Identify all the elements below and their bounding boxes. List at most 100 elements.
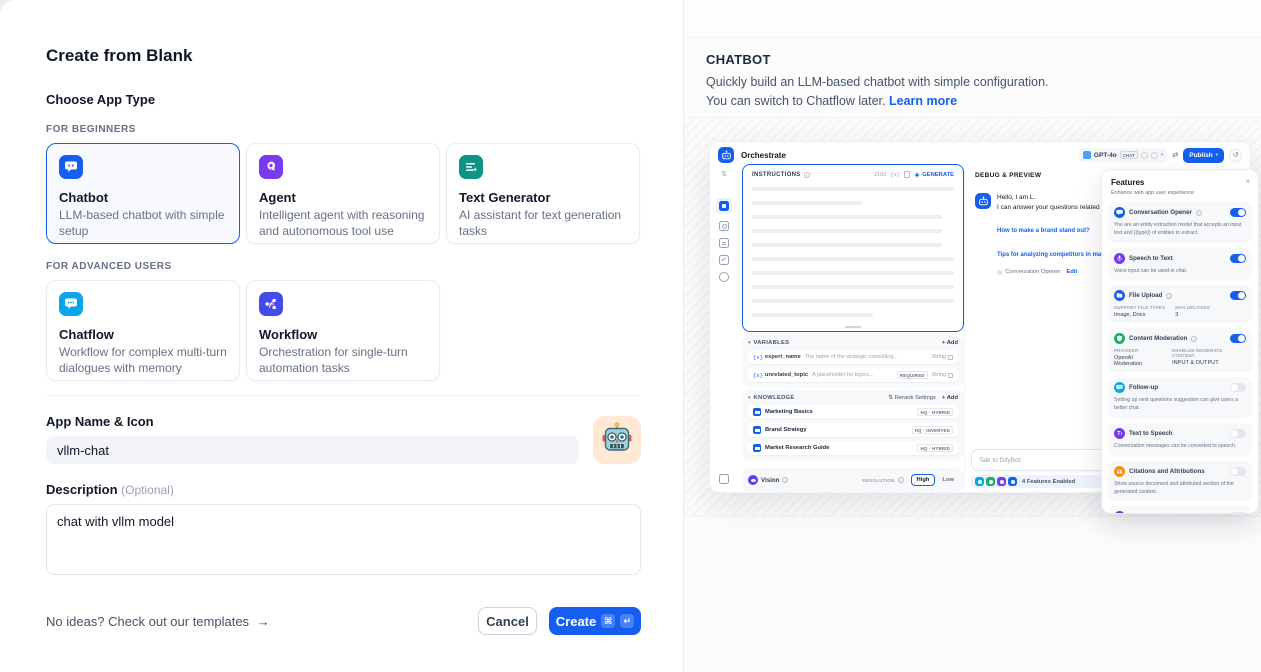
suggested-question: How to make a brand stand out? [997, 228, 1090, 234]
feature-col-value: Image, Docs [1114, 312, 1165, 318]
app-type-card-chatflow[interactable]: Chatflow Workflow for complex multi-turn… [46, 280, 240, 381]
document-icon [719, 238, 729, 248]
variable-icon: {x} [753, 372, 763, 379]
knowledge-row: Market Research Guide HQ · HYBRID [748, 441, 958, 455]
app-type-desc: LLM-based chatbot with simple setup [59, 208, 227, 240]
agent-icon [259, 155, 283, 179]
learn-more-link[interactable]: Learn more [889, 94, 957, 108]
app-type-desc: Workflow for complex multi-turn dialogue… [59, 345, 227, 377]
dataset-badge: HQ · HYBRID [917, 408, 953, 416]
knowledge-row: Marketing Basics HQ · HYBRID [748, 405, 958, 419]
feature-toggle-on [1230, 254, 1246, 263]
app-type-card-workflow[interactable]: Workflow Orchestration for single-turn a… [246, 280, 440, 381]
feature-toggle-on [1230, 334, 1246, 343]
feature-title: Text to Speech [1129, 430, 1173, 437]
shield-icon [1114, 333, 1125, 344]
templates-link-text: No ideas? Check out our templates [46, 614, 249, 629]
suggested-question: Tips for analyzing competitors in market [997, 252, 1112, 258]
model-chat-badge: CHAT [1120, 151, 1138, 159]
description-label: Description (Optional) [46, 482, 641, 497]
variable-name: expert_name [765, 354, 801, 360]
feature-card-speech-to-text: Speech to Text Voice input can be used i… [1108, 248, 1252, 281]
model-mini-icon [1151, 152, 1158, 159]
text-to-speech-icon [1114, 428, 1125, 439]
create-app-dialog: Create from Blank Choose App Type FOR BE… [0, 0, 683, 672]
feature-col-label: PROVIDER [1114, 348, 1162, 353]
for-advanced-label: FOR ADVANCED USERS [46, 261, 641, 272]
info-icon [1196, 210, 1202, 216]
feature-title: Speech to Text [1129, 255, 1173, 262]
feature-toggle-off [1230, 383, 1246, 392]
arrow-right-icon: → [257, 614, 270, 629]
app-preview-area: Orchestrate GPT-4o CHAT ▾ ⇄ Publish ▾ [684, 117, 1261, 517]
cancel-button[interactable]: Cancel [478, 607, 537, 635]
app-name-input[interactable] [46, 436, 579, 464]
templates-link[interactable]: No ideas? Check out our templates → [46, 614, 270, 629]
resize-handle [845, 326, 861, 328]
variable-icon: {x} [753, 354, 763, 361]
chat-input-placeholder: Talk to DifyBot [979, 457, 1021, 464]
for-beginners-label: FOR BEGINNERS [46, 124, 641, 135]
speech-chip-icon [997, 477, 1006, 486]
feature-desc: You are an entity extraction model that … [1114, 222, 1246, 238]
app-icon-picker[interactable] [593, 416, 641, 464]
dataset-icon [753, 426, 761, 434]
info-icon [804, 172, 810, 178]
feature-toggle-off [1230, 467, 1246, 476]
feature-card-conversation-opener: Conversation Opener You are an entity ex… [1108, 202, 1252, 243]
app-type-desc: Orchestration for single-turn automation… [259, 345, 427, 377]
microphone-icon [1114, 253, 1125, 264]
feature-desc: Show source document and attributed sect… [1114, 481, 1246, 497]
vision-eye-icon [748, 475, 758, 485]
generate-button: GENERATE [914, 172, 954, 178]
app-type-card-agent[interactable]: Agent Intelligent agent with reasoning a… [246, 143, 440, 244]
description-input[interactable]: chat with vllm model [46, 504, 641, 575]
variable-type: String [932, 372, 946, 378]
chat-bubble-icon [1114, 207, 1125, 218]
mock-features-panel: Features Enhance web app user experience… [1101, 169, 1259, 514]
variable-type: String [932, 354, 946, 360]
moderation-chip-icon [986, 477, 995, 486]
feature-toggle-on [1230, 291, 1246, 300]
dataset-name: Brand Strategy [765, 427, 912, 433]
resolution-low-option: Low [938, 475, 958, 485]
opener-icon: ◎ [997, 269, 1002, 276]
feature-desc: Setting up next questions suggestion can… [1114, 397, 1246, 413]
close-icon: × [1245, 177, 1250, 186]
model-provider-icon [1083, 151, 1091, 159]
type-icon [948, 355, 953, 360]
feature-card-annotation-reply: Annotation Reply [1108, 506, 1252, 514]
vision-label: Vision [761, 477, 779, 484]
generate-label: GENERATE [922, 172, 954, 178]
variable-row: {x} expert_name The name of the strategi… [748, 350, 958, 364]
feature-title: Follow-up [1129, 384, 1158, 391]
chevron-down-icon: ▾ [748, 340, 751, 346]
opener-chip-icon [975, 477, 984, 486]
create-button[interactable]: Create ⌘ ↵ [549, 607, 641, 635]
workflow-icon [259, 292, 283, 316]
panel-toggle-icon [719, 474, 729, 484]
choose-app-type-label: Choose App Type [46, 92, 641, 107]
feature-title: Content Moderation [1129, 335, 1187, 342]
feature-title: Citations and Attributions [1129, 468, 1205, 475]
mock-publish-button: Publish ▾ [1183, 148, 1224, 163]
feature-card-follow-up: Follow-up Setting up next questions sugg… [1108, 377, 1252, 418]
feature-col-label: SUPPORT FILE TYPES [1114, 305, 1165, 310]
chevron-down-icon: ▾ [1216, 152, 1218, 158]
info-icon [1191, 336, 1197, 342]
model-mini-icon [1141, 152, 1148, 159]
feature-card-file-upload: File Upload SUPPORT FILE TYPES Image, Do… [1108, 285, 1252, 323]
annotation-icon [1114, 511, 1125, 514]
upload-chip-icon [1008, 477, 1017, 486]
variable-desc: A placeholder for topics... [812, 372, 897, 378]
feature-card-citations: Citations and Attributions Show source d… [1108, 461, 1252, 502]
app-type-card-chatbot[interactable]: Chatbot LLM-based chatbot with simple se… [46, 143, 240, 244]
feature-desc: Conversation messages can be converted t… [1114, 443, 1246, 451]
dataset-badge: HQ · INVERTED [912, 426, 953, 434]
feature-toggle-on [1230, 208, 1246, 217]
create-button-label: Create [556, 614, 596, 629]
app-type-card-text-generator[interactable]: Text Generator AI assistant for text gen… [446, 143, 640, 244]
opener-label: Conversation Opener [1005, 269, 1060, 275]
required-badge: REQUIRED [897, 371, 928, 379]
mock-instructions-panel: INSTRUCTIONS 2182 {x} GENERATE [742, 164, 964, 332]
